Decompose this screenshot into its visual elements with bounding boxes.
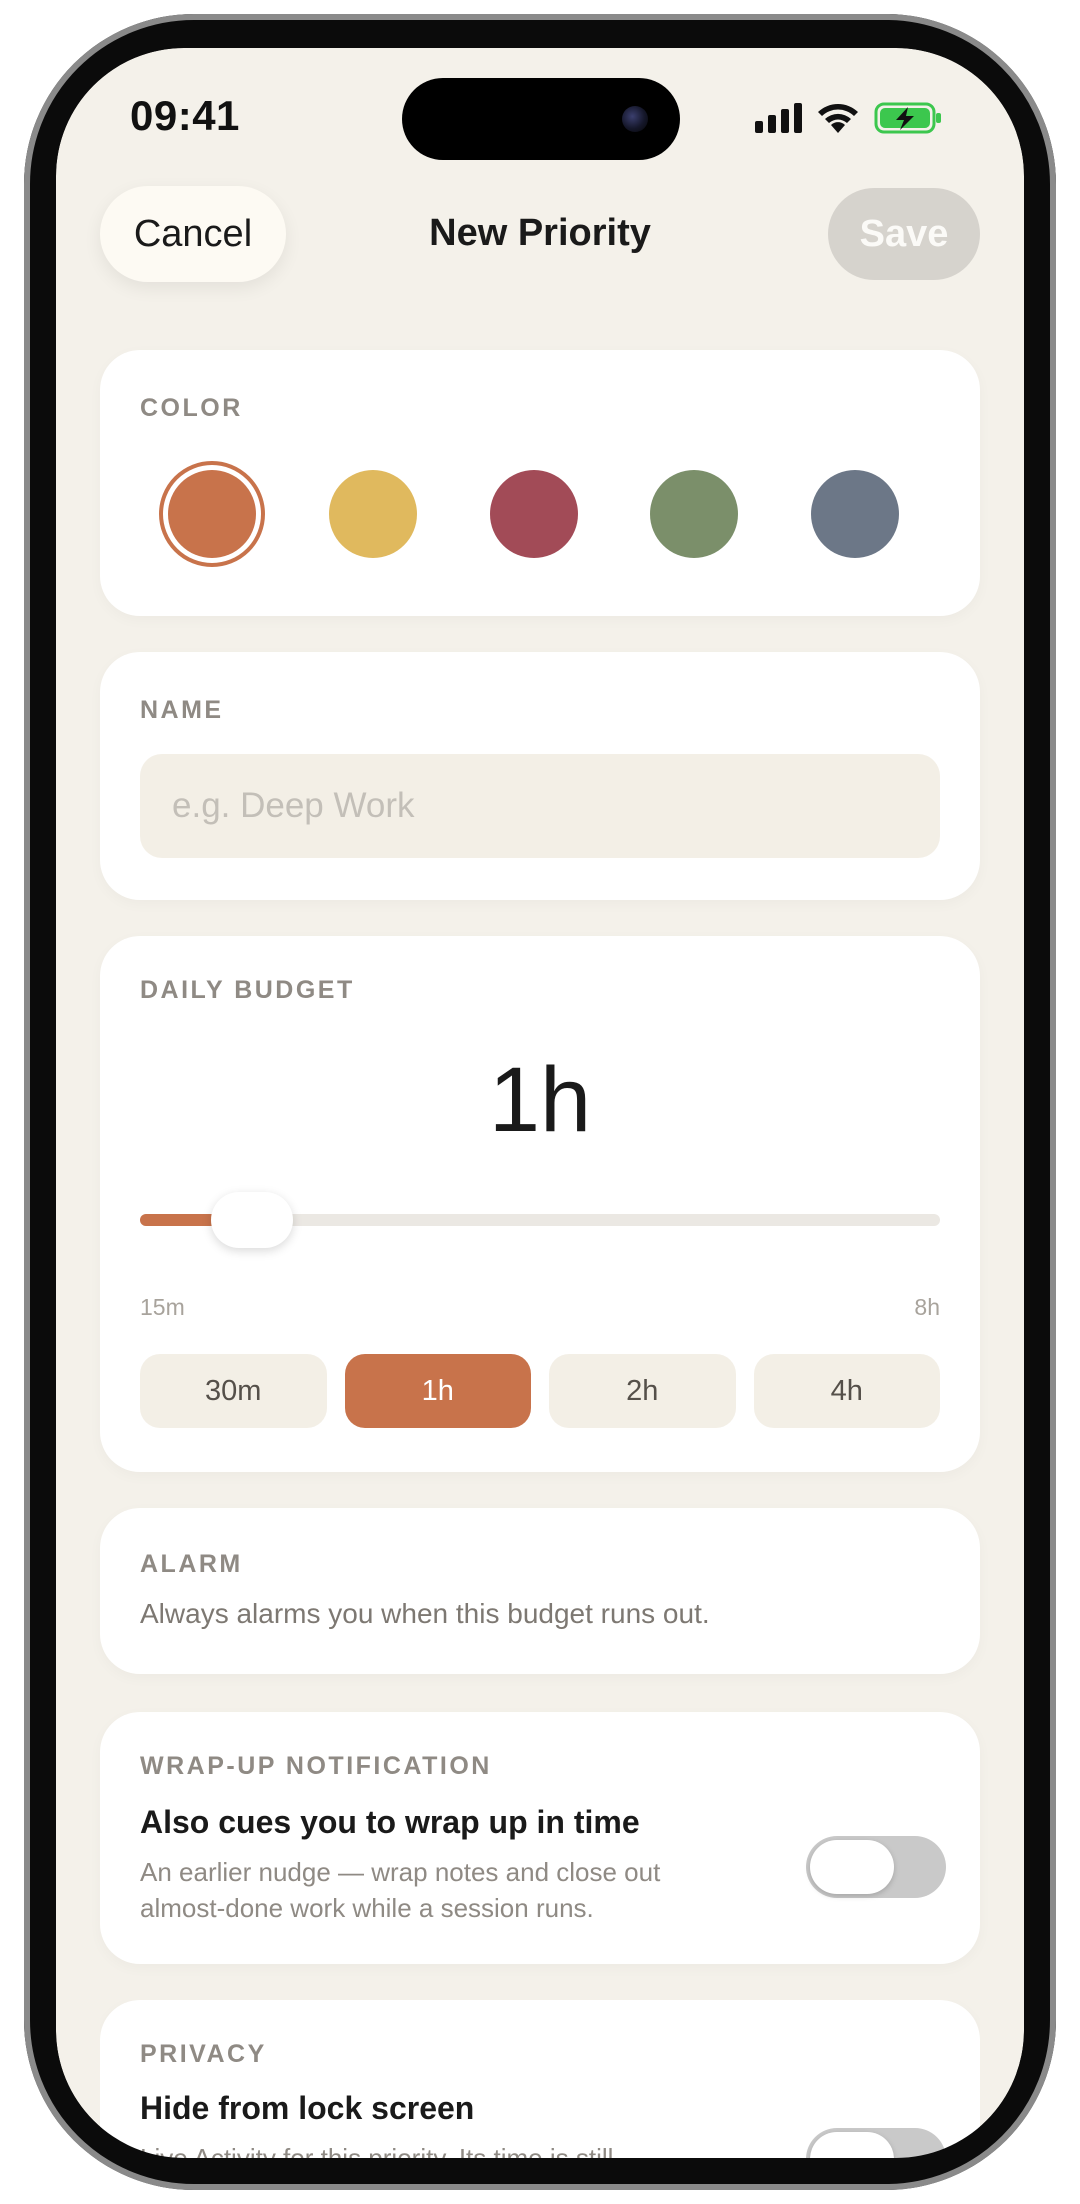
- toggle-knob: [810, 1840, 894, 1894]
- color-swatch-yellow[interactable]: [329, 470, 417, 558]
- color-swatch-crimson[interactable]: [490, 470, 578, 558]
- dynamic-island: [402, 78, 680, 160]
- action-button: [14, 302, 22, 372]
- name-section-label: NAME: [140, 696, 224, 724]
- wrapup-description: An earlier nudge — wrap notes and close …: [140, 1857, 661, 1923]
- selected-ring: [159, 461, 265, 567]
- slider-min-label: 15m: [140, 1294, 185, 1320]
- privacy-card: PRIVACY Hide from lock screen Live Activ…: [100, 2000, 980, 2158]
- color-swatch-orange[interactable]: [159, 461, 265, 567]
- wrapup-section-label: WRAP-UP NOTIFICATION: [140, 1752, 492, 1780]
- toggle-knob: [810, 2132, 894, 2158]
- privacy-description: Live Activity for this priority. Its tim…: [140, 2143, 614, 2158]
- privacy-toggle[interactable]: [806, 2128, 946, 2158]
- slider-thumb[interactable]: [211, 1192, 293, 1248]
- volume-up-button: [14, 418, 22, 524]
- name-card: NAME: [100, 652, 980, 900]
- save-button[interactable]: Save: [828, 188, 980, 280]
- preset-30m-button[interactable]: 30m: [140, 1354, 327, 1428]
- power-button: [1058, 452, 1066, 622]
- color-section-label: COLOR: [140, 394, 243, 422]
- color-swatch-sage[interactable]: [650, 470, 738, 558]
- privacy-section-label: PRIVACY: [140, 2040, 267, 2068]
- status-time: 09:41: [130, 92, 240, 139]
- preset-4h-button[interactable]: 4h: [753, 1354, 940, 1428]
- budget-value: 1h: [488, 1049, 592, 1151]
- color-card: COLOR: [100, 350, 980, 616]
- color-swatch-slate[interactable]: [811, 470, 899, 558]
- status-icons: [755, 100, 944, 136]
- preset-2h-button[interactable]: 2h: [549, 1354, 736, 1428]
- alarm-description: Always alarms you when this budget runs …: [140, 1598, 710, 1629]
- wrapup-toggle[interactable]: [806, 1836, 946, 1898]
- daily-budget-card: DAILY BUDGET 1h 15m 8h 30m 1h 2h 4h: [100, 936, 980, 1472]
- wifi-icon: [818, 104, 858, 133]
- alarm-section-label: ALARM: [140, 1550, 243, 1578]
- privacy-title: Hide from lock screen: [140, 2090, 475, 2126]
- volume-down-button: [14, 550, 22, 656]
- privacy-clip: PRIVACY Hide from lock screen Live Activ…: [100, 2000, 980, 2158]
- cellular-signal-icon: [755, 103, 802, 133]
- budget-section-label: DAILY BUDGET: [140, 976, 355, 1004]
- alarm-card: ALARM Always alarms you when this budget…: [100, 1508, 980, 1674]
- slider-max-label: 8h: [914, 1294, 940, 1320]
- budget-presets: 30m 1h 2h 4h: [140, 1354, 940, 1428]
- battery-charging-icon: [874, 102, 941, 134]
- wrapup-card: WRAP-UP NOTIFICATION Also cues you to wr…: [100, 1712, 980, 1964]
- name-input[interactable]: [140, 754, 940, 858]
- wrapup-title: Also cues you to wrap up in time: [140, 1804, 640, 1840]
- front-camera-icon: [622, 106, 648, 132]
- budget-slider[interactable]: [140, 1192, 940, 1248]
- preset-1h-button[interactable]: 1h: [344, 1354, 531, 1428]
